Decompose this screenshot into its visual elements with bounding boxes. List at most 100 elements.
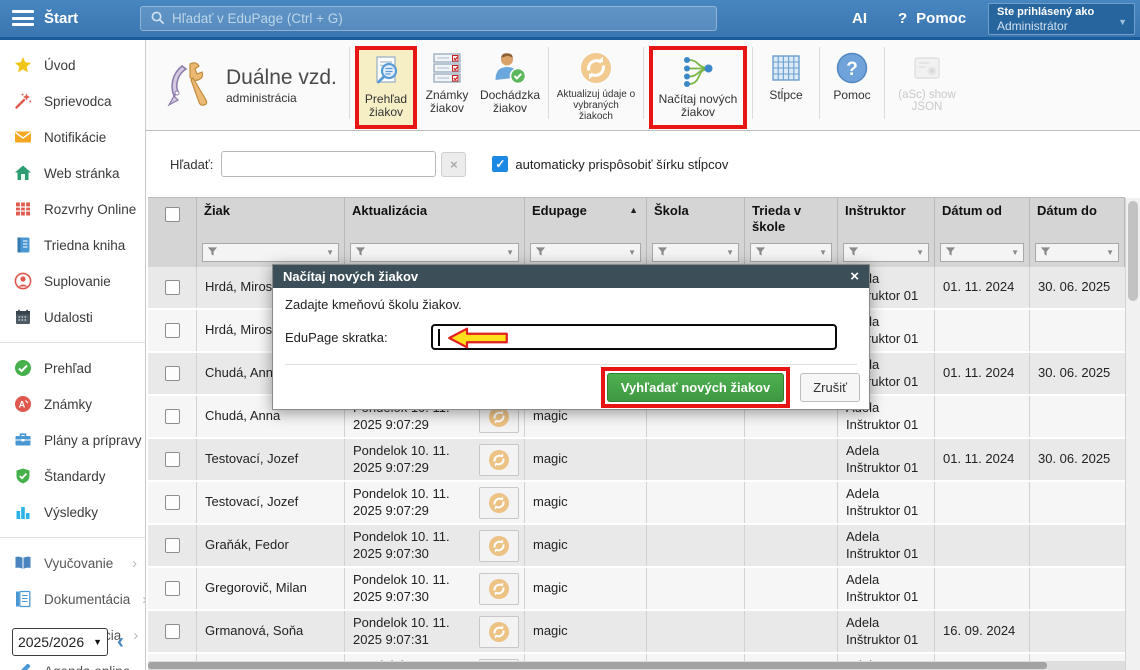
toolbar-button-aktualizuj-udaje-o-vybranych-ziakoch[interactable]: Aktualizuj údaje o vybraných žiakoch xyxy=(554,46,638,126)
cell-datum-od xyxy=(935,310,1030,351)
autofit-columns-checkbox[interactable]: ✓ automaticky prispôsobiť šírku stĺpcov xyxy=(492,156,728,172)
user-role: Administrátor xyxy=(997,19,1126,33)
cell-skola xyxy=(647,482,745,523)
toolbar-separator xyxy=(643,47,644,119)
sidebar-item-plany-a-pripravy[interactable]: Plány a prípravy xyxy=(0,422,145,458)
column-header-instruktor[interactable]: Inštruktor xyxy=(838,198,935,240)
sidebar-item-triedna-kniha[interactable]: Triedna kniha xyxy=(0,227,145,263)
cell-aktualizacia: Pondelok 10. 11. 2025 9:07:31 xyxy=(345,611,525,652)
close-icon[interactable]: × xyxy=(850,269,859,284)
edupage-shortcut-input[interactable] xyxy=(431,324,837,350)
global-search-input[interactable]: Hľadať v EduPage (Ctrl + G) xyxy=(140,6,717,31)
vertical-scrollbar[interactable] xyxy=(1125,198,1140,670)
select-all-checkbox[interactable] xyxy=(165,207,180,222)
column-header-datum-od[interactable]: Dátum od xyxy=(935,198,1030,240)
row-refresh-button[interactable] xyxy=(479,573,519,605)
row-refresh-button[interactable] xyxy=(479,530,519,562)
toolbar-button-pomoc[interactable]: ?Pomoc xyxy=(825,46,879,105)
horizontal-scrollbar-thumb[interactable] xyxy=(148,662,1047,669)
sidebar-item-prehlad[interactable]: Prehľad xyxy=(0,350,145,386)
collapse-sidebar-button[interactable]: ‹ xyxy=(117,630,124,654)
cell-aktualizacia: Pondelok 10. 11. 2025 9:07:29 xyxy=(345,482,525,523)
book-icon xyxy=(14,554,32,572)
account-menu[interactable]: Ste prihlásený ako Administrátor ▼ xyxy=(988,3,1135,35)
column-header-skola[interactable]: Škola xyxy=(647,198,745,240)
toolbar-button-label: Načítaj nových žiakov xyxy=(655,93,741,120)
row-checkbox[interactable] xyxy=(165,581,180,596)
row-refresh-button[interactable] xyxy=(479,616,519,648)
sidebar-item-label: Známky xyxy=(44,397,92,412)
column-filter-instruktor[interactable]: ▼ xyxy=(843,243,929,262)
sidebar-item-dokumentacia[interactable]: Dokumentácia› xyxy=(0,581,145,617)
row-checkbox[interactable] xyxy=(165,495,180,510)
ai-button[interactable]: AI xyxy=(852,10,867,27)
row-checkbox[interactable] xyxy=(165,323,180,338)
column-filter-skola[interactable]: ▼ xyxy=(652,243,739,262)
horizontal-scrollbar[interactable] xyxy=(148,661,1125,670)
sidebar-item-web-stranka[interactable]: Web stránka xyxy=(0,155,145,191)
toolbar-button-nacitaj-novych-ziakov[interactable]: Načítaj nových žiakov xyxy=(649,46,747,130)
sidebar-item-znamky[interactable]: AZnámky xyxy=(0,386,145,422)
clear-search-button[interactable]: × xyxy=(441,152,466,177)
sidebar-item-uvod[interactable]: Úvod xyxy=(0,47,145,83)
toolbar-button-prehlad-ziakov[interactable]: Prehľad žiakov xyxy=(355,46,417,130)
sidebar-item-label: Triedna kniha xyxy=(44,238,125,253)
cell-instruktor: Adela Inštruktor 01 xyxy=(838,482,935,523)
column-filter-edupage[interactable]: ▼ xyxy=(530,243,641,262)
table-search-input[interactable] xyxy=(221,151,436,177)
row-refresh-button[interactable] xyxy=(479,444,519,476)
cancel-button[interactable]: Zrušiť xyxy=(800,373,860,402)
cell-datum-do xyxy=(1030,396,1125,437)
column-filter-ziak[interactable]: ▼ xyxy=(202,243,339,262)
column-filter-aktualizacia[interactable]: ▼ xyxy=(350,243,519,262)
column-header-edupage[interactable]: Edupage▲ xyxy=(525,198,647,240)
overview-check-icon xyxy=(14,359,32,377)
sidebar-item-udalosti[interactable]: Udalosti xyxy=(0,299,145,335)
sidebar-item-vyucovanie[interactable]: Vyučovanie› xyxy=(0,545,145,581)
cell-datum-od: 01. 11. 2024 xyxy=(935,353,1030,394)
sidebar-item-notifikacie[interactable]: Notifikácie xyxy=(0,119,145,155)
cell-skola xyxy=(647,611,745,652)
column-filter-datum-do[interactable]: ▼ xyxy=(1035,243,1119,262)
shield-icon xyxy=(14,467,32,485)
toolbar-button-znamky-ziakov[interactable]: Známky žiakov xyxy=(417,46,477,119)
toolbar-separator xyxy=(884,47,885,119)
toolbar: Duálne vzd. administrácia Prehľad žiakov… xyxy=(146,40,1140,131)
row-checkbox[interactable] xyxy=(165,366,180,381)
sidebar-item-vysledky[interactable]: Výsledky xyxy=(0,494,145,530)
cell-ziak: Gregorovič, Milan xyxy=(197,568,345,609)
column-header-aktualizacia[interactable]: Aktualizácia xyxy=(345,198,525,240)
row-refresh-button[interactable] xyxy=(479,487,519,519)
page-title-block: Duálne vzd. administrácia xyxy=(226,66,338,105)
cell-skola xyxy=(647,568,745,609)
column-filter-trieda-v-skole[interactable]: ▼ xyxy=(750,243,832,262)
search-new-students-button[interactable]: Vyhľadať nových žiakov xyxy=(607,373,784,402)
cell-datum-od: 01. 11. 2024 xyxy=(935,439,1030,480)
sidebar-item-standardy[interactable]: Štandardy xyxy=(0,458,145,494)
filter-funnel-icon xyxy=(207,245,218,260)
sidebar-item-rozvrhy-online[interactable]: Rozvrhy Online xyxy=(0,191,145,227)
row-checkbox[interactable] xyxy=(165,624,180,639)
row-checkbox[interactable] xyxy=(165,409,180,424)
vertical-scrollbar-thumb[interactable] xyxy=(1128,201,1138,301)
column-header-datum-do[interactable]: Dátum do xyxy=(1030,198,1125,240)
column-header-ziak[interactable]: Žiak xyxy=(197,198,345,240)
sidebar-item-suplovanie[interactable]: Suplovanie xyxy=(0,263,145,299)
toolbar-button-dochadzka-ziakov[interactable]: Dochádzka žiakov xyxy=(477,46,543,119)
row-checkbox[interactable] xyxy=(165,538,180,553)
chevron-down-icon: ▼ xyxy=(506,248,514,257)
cell-datum-od: 01. 11. 2024 xyxy=(935,267,1030,308)
column-filter-datum-od[interactable]: ▼ xyxy=(940,243,1024,262)
cell-datum-do xyxy=(1030,611,1125,652)
cell-trieda-v-skole xyxy=(745,525,838,566)
sidebar-item-sprievodca[interactable]: Sprievodca xyxy=(0,83,145,119)
menu-icon[interactable] xyxy=(12,10,34,27)
school-year-select[interactable]: 2025/2026 ▼ xyxy=(12,628,108,656)
chevron-down-icon: ▼ xyxy=(326,248,334,257)
row-checkbox[interactable] xyxy=(165,452,180,467)
toolbar-button-stlpce[interactable]: Stĺpce xyxy=(758,46,814,105)
row-checkbox[interactable] xyxy=(165,280,180,295)
help-button[interactable]: ? Pomoc xyxy=(898,10,966,27)
column-header-trieda-v-skole[interactable]: Trieda v škole xyxy=(745,198,838,240)
start-button[interactable]: Štart xyxy=(44,10,78,27)
